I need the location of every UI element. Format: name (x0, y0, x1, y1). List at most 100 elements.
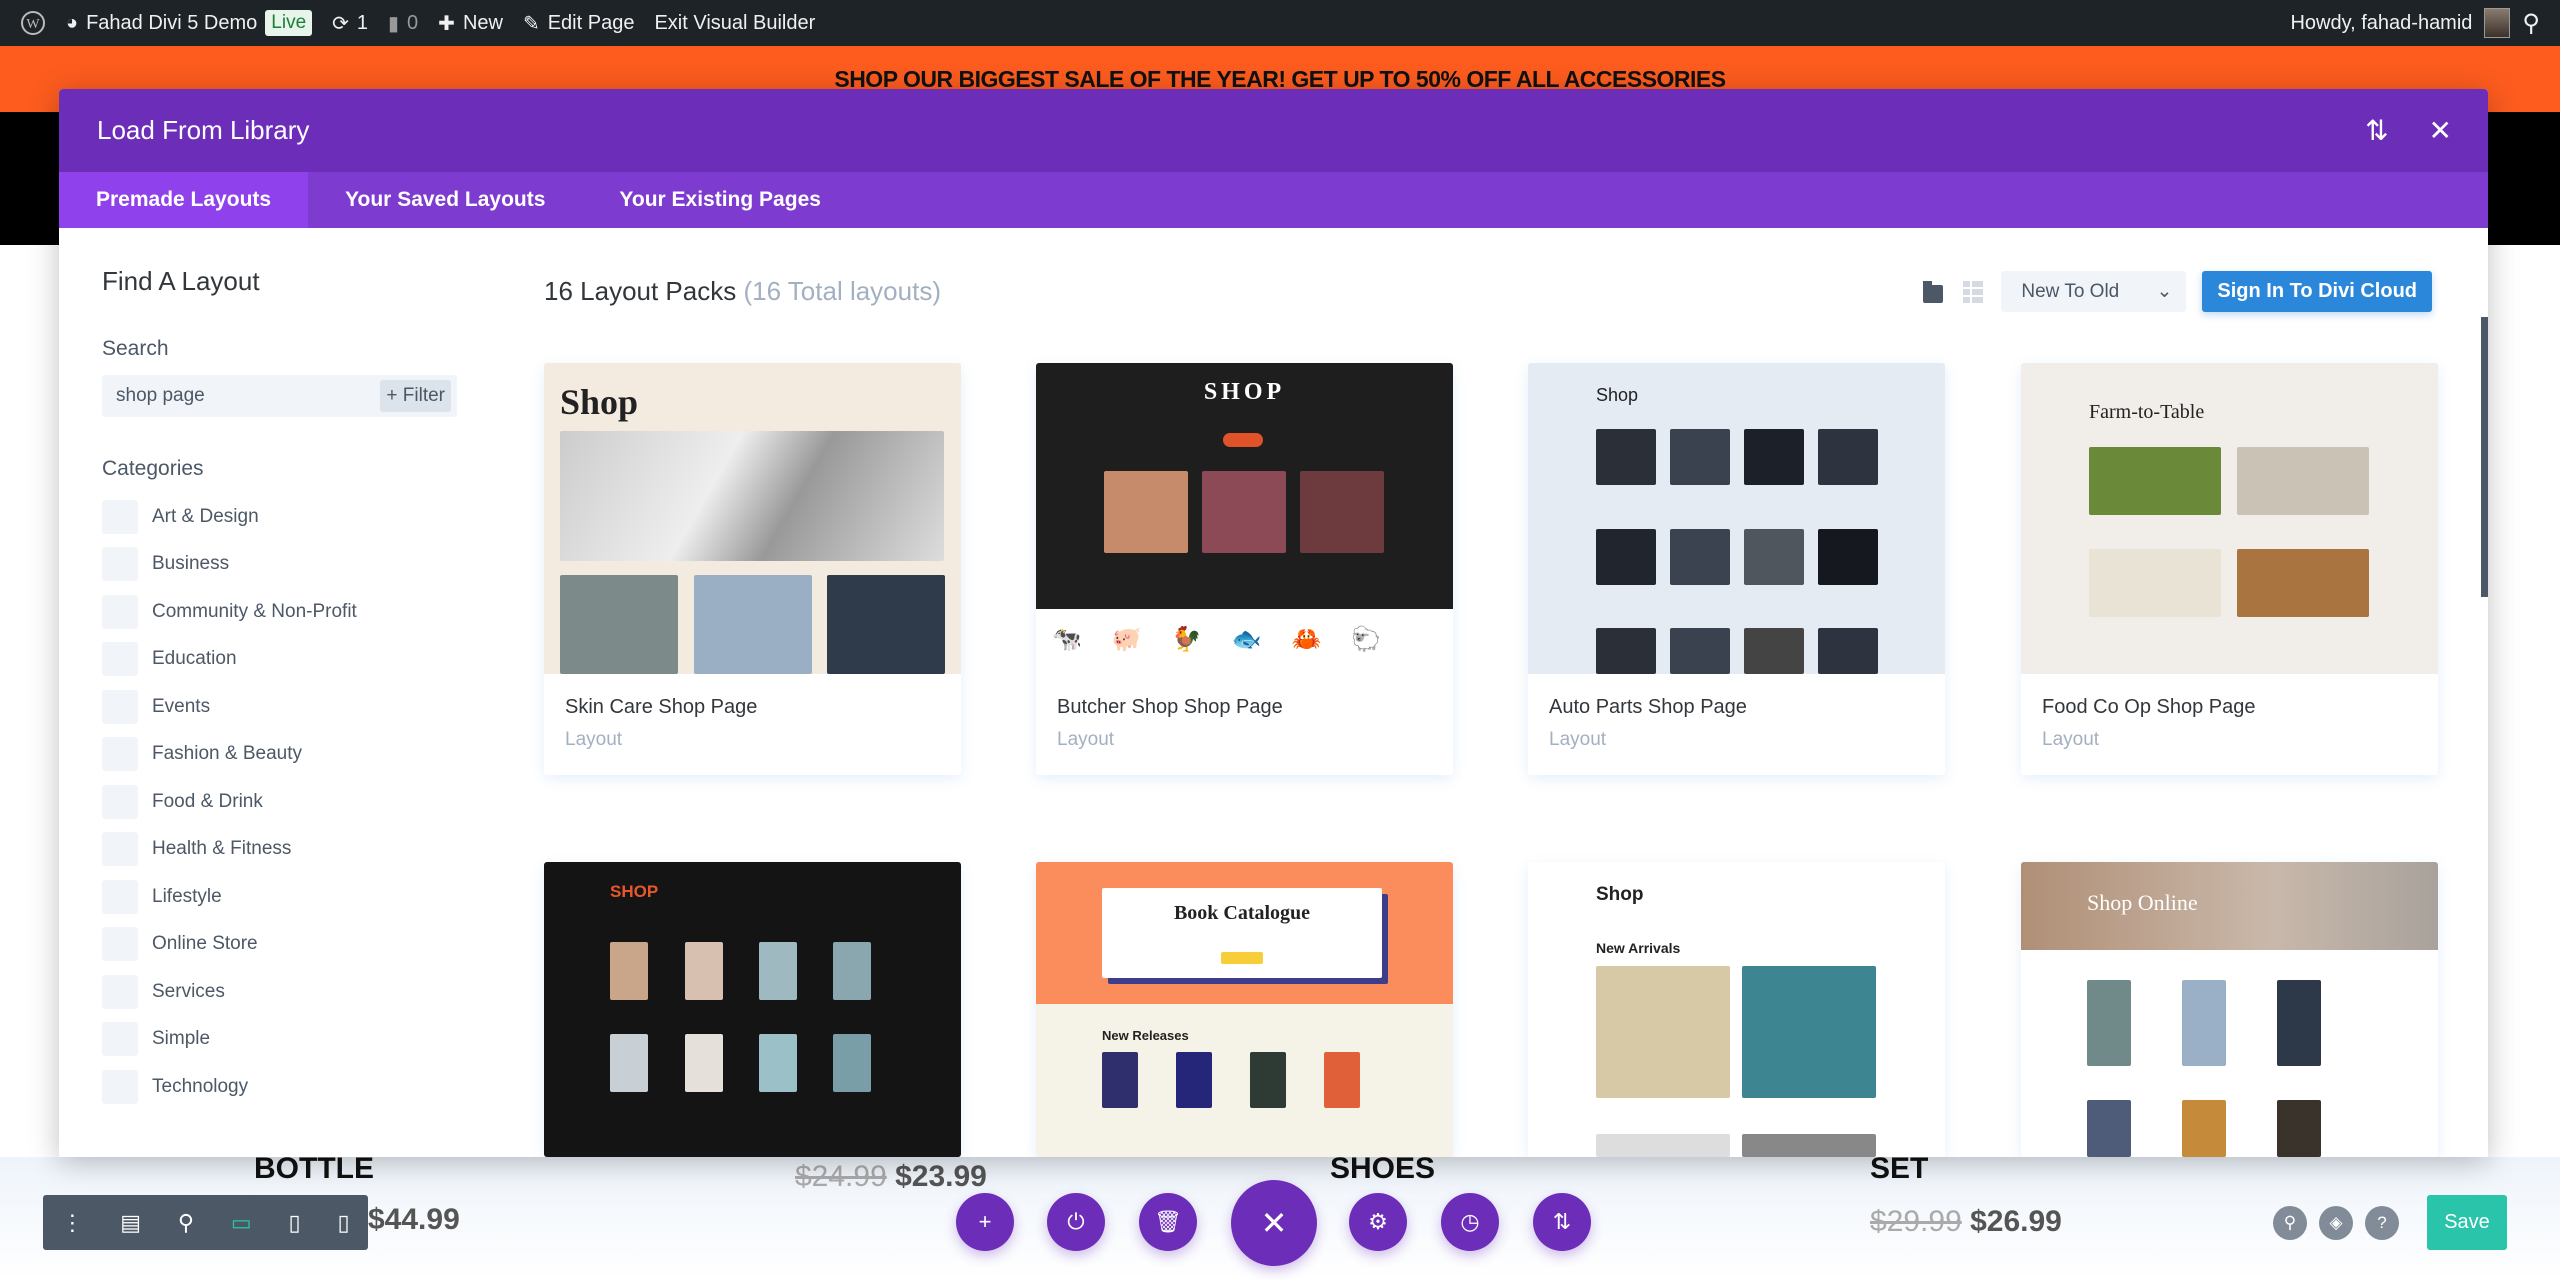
category-label: Technology (152, 1075, 249, 1097)
tab-your-saved-layouts[interactable]: Your Saved Layouts (308, 172, 582, 228)
pencil-icon: ✎ (522, 12, 540, 35)
checkbox[interactable] (102, 547, 138, 582)
category-label: Simple (152, 1028, 211, 1050)
category-label: Community & Non-Profit (152, 600, 357, 622)
category-checkbox-item[interactable]: Business (102, 541, 482, 589)
checkbox[interactable] (102, 974, 138, 1009)
checkbox[interactable] (102, 1069, 138, 1104)
modal-tabs: Premade Layouts Your Saved Layouts Your … (59, 172, 2488, 228)
zoom-icon[interactable]: ⚲ (178, 1210, 194, 1236)
thumb-subheading: New Arrivals (1596, 940, 1681, 956)
site-name-link[interactable]: ◕ Fahad Divi 5 Demo Live (66, 0, 313, 46)
category-checkbox-item[interactable]: Events (102, 683, 482, 731)
checkbox[interactable] (102, 832, 138, 867)
settings-icon[interactable]: ⚙ (1349, 1193, 1407, 1251)
comments-link[interactable]: ▮ 0 (388, 0, 418, 46)
more-options-icon[interactable]: ⋮ (61, 1210, 83, 1236)
product-price: $23.99 (895, 1160, 987, 1193)
category-checkbox-item[interactable]: Community & Non-Profit (102, 588, 482, 636)
checkbox[interactable] (102, 784, 138, 819)
updates-link[interactable]: ⟳ 1 (332, 0, 368, 46)
grid-view-icon[interactable] (1921, 279, 1945, 305)
new-link[interactable]: ✚ New (438, 0, 503, 46)
layout-card[interactable]: SHOP (544, 862, 961, 1157)
filter-button[interactable]: + Filter (380, 380, 451, 412)
help-icon[interactable]: ? (2365, 1206, 2399, 1240)
layout-thumbnail: Farm-to-Table (2021, 363, 2438, 674)
category-label: Fashion & Beauty (152, 743, 302, 765)
checkbox[interactable] (102, 879, 138, 914)
category-checkbox-item[interactable]: Health & Fitness (102, 826, 482, 874)
layout-card[interactable]: Shop New Arrivals (1528, 862, 1945, 1157)
category-checkbox-item[interactable]: Fashion & Beauty (102, 731, 482, 779)
checkbox[interactable] (102, 642, 138, 677)
layout-thumbnail: Shop (1528, 363, 1945, 674)
history-icon[interactable]: ◷ (1441, 1193, 1499, 1251)
layout-card[interactable]: Shop Online (2021, 862, 2438, 1157)
checkbox[interactable] (102, 927, 138, 962)
category-checkbox-item[interactable]: Education (102, 636, 482, 684)
add-button[interactable]: + (956, 1193, 1014, 1251)
search-label: Search (102, 337, 169, 360)
category-checkbox-item[interactable]: Online Store (102, 921, 482, 969)
category-checkbox-item[interactable]: Technology (102, 1063, 482, 1111)
search-input[interactable]: shop page + Filter (102, 375, 457, 417)
category-checkbox-item[interactable]: Lifestyle (102, 873, 482, 921)
avatar[interactable] (2484, 8, 2511, 38)
phone-view-icon[interactable]: ▯ (337, 1210, 349, 1236)
checkbox[interactable] (102, 594, 138, 629)
sign-in-divi-cloud-button[interactable]: Sign In To Divi Cloud (2202, 271, 2432, 312)
search-icon[interactable]: ⚲ (2522, 9, 2540, 38)
builder-view-toolbar: ⋮ ▤ ⚲ ▭ ▯ ▯ (43, 1195, 368, 1250)
save-button[interactable]: Save (2427, 1195, 2507, 1250)
tab-premade-layouts[interactable]: Premade Layouts (59, 172, 309, 228)
wordpress-logo-icon[interactable]: W (20, 0, 46, 46)
list-view-icon[interactable] (1961, 279, 1985, 305)
layout-thumbnail: Shop New Arrivals (1528, 862, 1945, 1157)
layers-icon[interactable]: ◈ (2319, 1206, 2353, 1240)
category-checkbox-item[interactable]: Services (102, 968, 482, 1016)
trash-icon[interactable]: 🗑 (1139, 1193, 1197, 1251)
category-checkbox-item[interactable]: Simple (102, 1016, 482, 1064)
desktop-view-icon[interactable]: ▭ (231, 1210, 252, 1236)
edit-page-link[interactable]: ✎ Edit Page (523, 0, 635, 46)
power-icon[interactable]: ⏻ (1047, 1193, 1105, 1251)
category-checkbox-item[interactable]: Art & Design (102, 493, 482, 541)
sort-select[interactable]: New To Old ⌄ (2001, 271, 2187, 312)
category-checkbox-item[interactable]: Food & Drink (102, 778, 482, 826)
close-icon[interactable]: ✕ (2429, 114, 2452, 147)
product-title: SET (1870, 1152, 1929, 1185)
layout-thumbnail: Shop Online (2021, 862, 2438, 1157)
search-icon[interactable]: ⚲ (2273, 1206, 2307, 1240)
category-label: Art & Design (152, 505, 259, 527)
user-greeting[interactable]: Howdy, fahad-hamid (2290, 12, 2472, 35)
layout-card[interactable]: Shop Skin Care Shop Page Layout (544, 363, 961, 775)
modal-scrollbar[interactable] (2481, 317, 2488, 597)
tablet-view-icon[interactable]: ▯ (289, 1210, 301, 1236)
checkbox[interactable] (102, 1022, 138, 1057)
svg-text:W: W (26, 17, 40, 32)
layout-card[interactable]: Book Catalogue New Releases (1036, 862, 1453, 1157)
close-builder-button[interactable]: ✕ (1231, 1180, 1317, 1266)
checkbox[interactable] (102, 689, 138, 724)
portability-icon[interactable]: ⇅ (1533, 1193, 1591, 1251)
sort-arrows-icon[interactable]: ⇅ (2365, 114, 2388, 147)
wireframe-view-icon[interactable]: ▤ (120, 1210, 141, 1236)
product-old-price: $29.99 (1870, 1205, 1962, 1238)
animal-icons: 🐄🐖🐓🐟🦀🐑 (1052, 626, 1412, 653)
modal-header: Load From Library ⇅ ✕ (59, 89, 2488, 172)
tab-your-existing-pages[interactable]: Your Existing Pages (582, 172, 858, 228)
layout-list: 16 Layout Packs (16 Total layouts) New T… (544, 228, 2488, 1157)
modal-title: Load From Library (97, 115, 310, 145)
checkbox[interactable] (102, 737, 138, 772)
card-type: Layout (565, 729, 623, 750)
checkbox[interactable] (102, 499, 138, 534)
layout-card[interactable]: Shop Auto Parts Shop Page Layout (1528, 363, 1945, 775)
layout-card[interactable]: SHOP 🐄🐖🐓🐟🦀🐑 Butcher Shop Shop Page Layou… (1036, 363, 1453, 775)
total-layout-count: (16 Total layouts) (743, 276, 941, 306)
layout-card[interactable]: Farm-to-Table Food Co Op Shop Page Layou… (2021, 363, 2438, 775)
category-label: Food & Drink (152, 790, 263, 812)
category-label: Online Store (152, 933, 258, 955)
exit-visual-builder-link[interactable]: Exit Visual Builder (654, 0, 815, 46)
wp-admin-bar: W ◕ Fahad Divi 5 Demo Live ⟳ 1 ▮ 0 ✚ New ✎ Edi… (0, 0, 2560, 46)
